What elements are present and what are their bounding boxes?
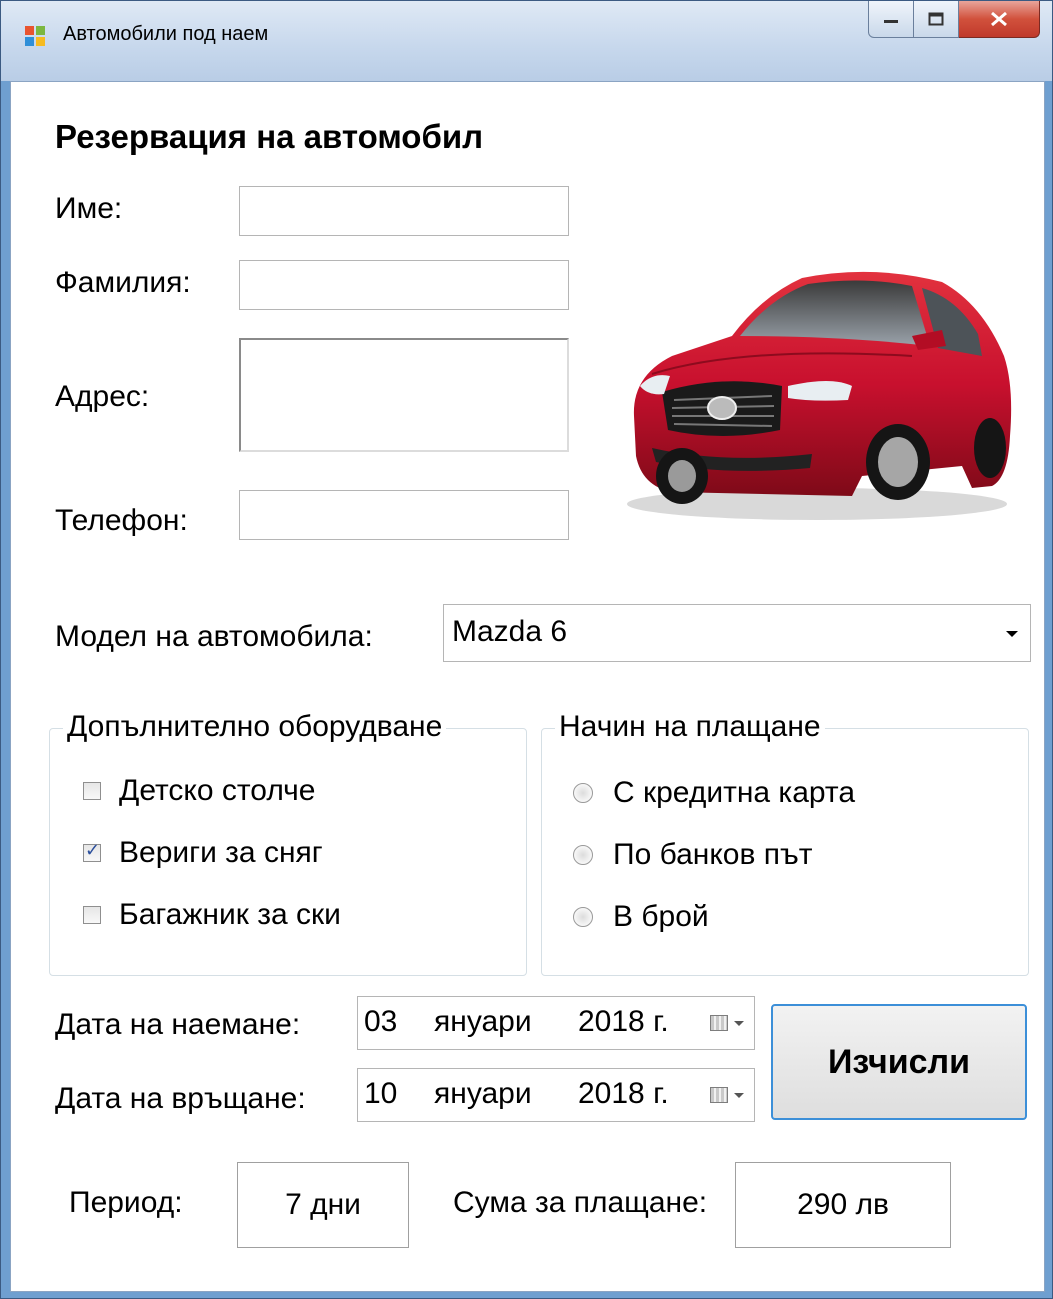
calculate-button[interactable]: Изчисли bbox=[771, 1004, 1027, 1120]
equipment-option-label: Багажник за ски bbox=[119, 898, 341, 931]
address-label: Адрес: bbox=[55, 380, 150, 413]
payment-option-label: По банков път bbox=[613, 838, 813, 871]
payment-group-title: Начин на плащане bbox=[555, 710, 825, 744]
form-heading: Резервация на автомобил bbox=[55, 118, 484, 155]
period-value: 7 дни bbox=[237, 1162, 409, 1248]
return-date-label: Дата на връщане: bbox=[55, 1082, 306, 1115]
maximize-icon bbox=[928, 12, 944, 26]
rent-date-month[interactable]: януари bbox=[434, 1005, 532, 1039]
app-window: Автомобили под наем Резервация на автомо… bbox=[0, 0, 1053, 1299]
car-model-selected-value: Mazda 6 bbox=[452, 615, 568, 648]
calendar-icon[interactable] bbox=[710, 1087, 728, 1103]
rent-date-year[interactable]: 2018 г. bbox=[578, 1005, 669, 1039]
phone-label: Телефон: bbox=[55, 504, 188, 537]
radio-bank-transfer[interactable] bbox=[573, 845, 593, 865]
car-image bbox=[612, 186, 1030, 542]
title-bar[interactable]: Автомобили под наем bbox=[1, 1, 1052, 81]
payment-option-bank-transfer[interactable]: По банков път bbox=[573, 838, 812, 872]
calendar-icon[interactable] bbox=[710, 1015, 728, 1031]
payment-option-cash[interactable]: В брой bbox=[573, 900, 709, 934]
chevron-down-icon[interactable] bbox=[734, 1021, 744, 1026]
address-input[interactable] bbox=[239, 338, 569, 452]
checkbox-ski-rack[interactable] bbox=[83, 906, 101, 924]
app-icon bbox=[25, 26, 45, 46]
radio-cash[interactable] bbox=[573, 907, 593, 927]
car-model-label: Модел на автомобила: bbox=[55, 620, 373, 653]
return-date-month[interactable]: януари bbox=[434, 1077, 532, 1111]
car-model-select[interactable]: Mazda 6 bbox=[443, 604, 1031, 662]
radio-credit-card[interactable] bbox=[573, 783, 593, 803]
first-name-input[interactable] bbox=[239, 186, 569, 236]
maximize-button[interactable] bbox=[914, 1, 959, 38]
return-date-year[interactable]: 2018 г. bbox=[578, 1077, 669, 1111]
first-name-label: Име: bbox=[55, 192, 123, 225]
minimize-icon bbox=[884, 20, 898, 23]
checkbox-snow-chains[interactable] bbox=[83, 840, 101, 862]
last-name-input[interactable] bbox=[239, 260, 569, 310]
return-date-day[interactable]: 10 bbox=[364, 1077, 397, 1111]
total-label: Сума за плащане: bbox=[453, 1186, 708, 1219]
period-label: Период: bbox=[69, 1186, 183, 1219]
last-name-label: Фамилия: bbox=[55, 266, 191, 299]
equipment-option-child-seat[interactable]: Детско столче bbox=[83, 774, 315, 808]
form-client-area: Резервация на автомобил Име: Фамилия: Ад… bbox=[10, 81, 1045, 1292]
equipment-option-label: Детско столче bbox=[119, 774, 316, 807]
payment-option-credit-card[interactable]: С кредитна карта bbox=[573, 776, 855, 810]
return-date-picker[interactable]: 10 януари 2018 г. bbox=[357, 1068, 755, 1122]
phone-input[interactable] bbox=[239, 490, 569, 540]
checkbox-child-seat[interactable] bbox=[83, 782, 101, 800]
equipment-option-label: Вериги за сняг bbox=[119, 836, 323, 869]
minimize-button[interactable] bbox=[868, 1, 914, 38]
close-button[interactable] bbox=[959, 1, 1040, 38]
rent-date-label: Дата на наемане: bbox=[55, 1008, 301, 1041]
payment-option-label: С кредитна карта bbox=[613, 776, 856, 809]
window-title: Автомобили под наем bbox=[63, 23, 269, 45]
payment-option-label: В брой bbox=[613, 900, 709, 933]
rent-date-picker[interactable]: 03 януари 2018 г. bbox=[357, 996, 755, 1050]
chevron-down-icon[interactable] bbox=[734, 1093, 744, 1098]
total-value: 290 лв bbox=[735, 1162, 951, 1248]
close-icon bbox=[991, 11, 1007, 27]
rent-date-day[interactable]: 03 bbox=[364, 1005, 397, 1039]
equipment-option-snow-chains[interactable]: Вериги за сняг bbox=[83, 836, 323, 870]
chevron-down-icon[interactable] bbox=[1006, 631, 1018, 637]
equipment-option-ski-rack[interactable]: Багажник за ски bbox=[83, 898, 341, 932]
equipment-group-title: Допълнително оборудване bbox=[63, 710, 447, 744]
